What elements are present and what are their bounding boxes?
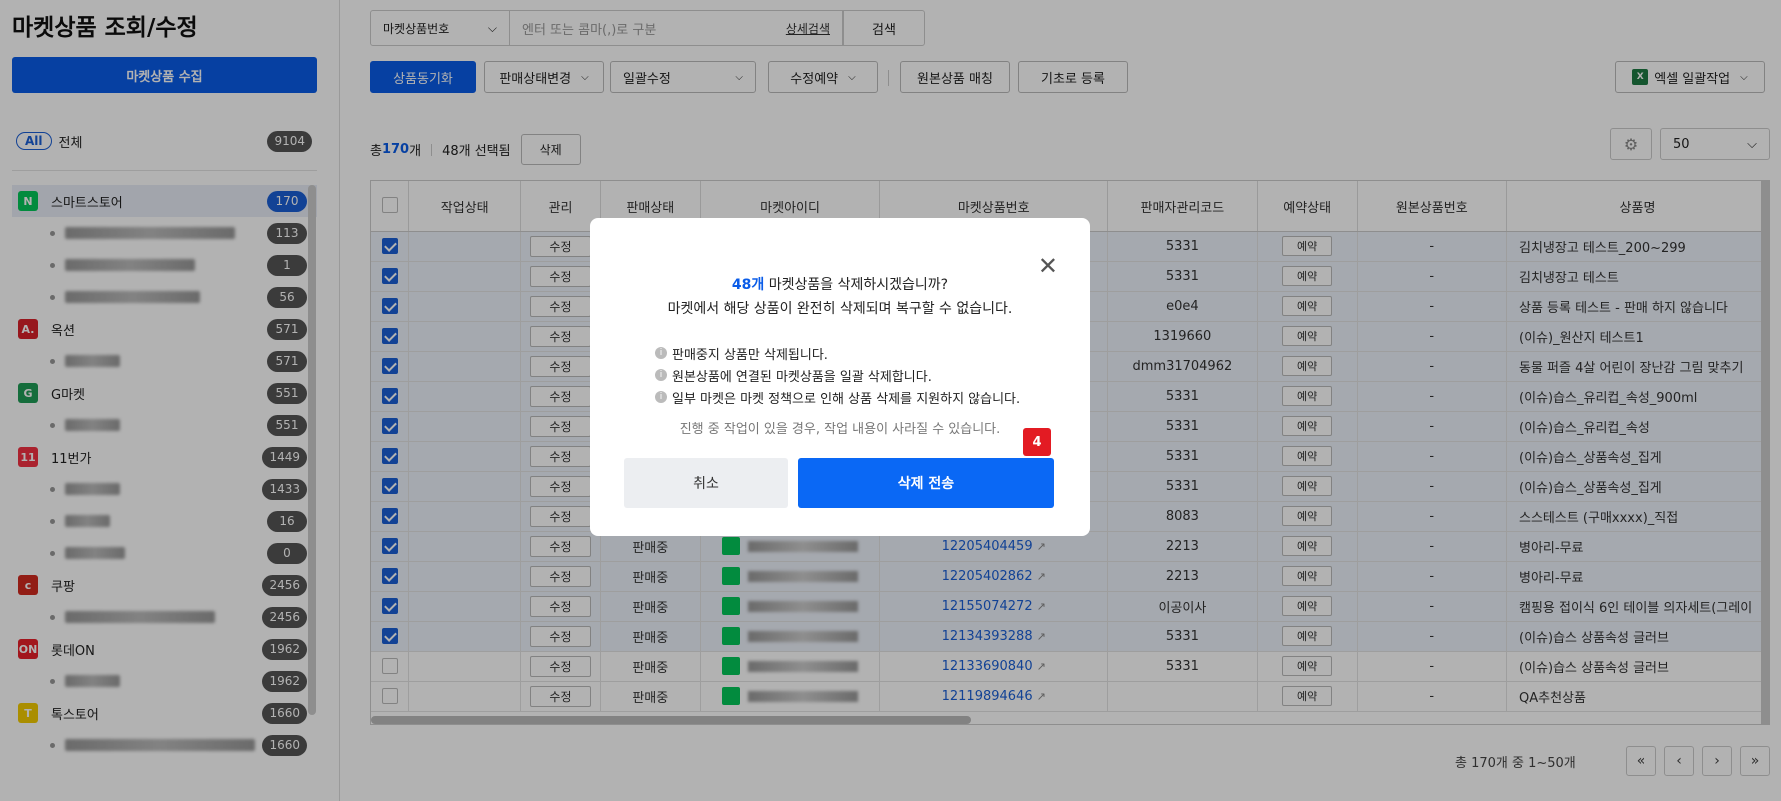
- note-text: 일부 마켓은 마켓 정책으로 인해 상품 삭제를 지원하지 않습니다.: [672, 391, 1021, 407]
- info-icon: i: [655, 347, 667, 359]
- modal-question: 48개 마켓상품을 삭제하시겠습니까?: [590, 274, 1090, 294]
- modal-count: 48개: [731, 277, 765, 293]
- info-icon: i: [655, 391, 667, 403]
- modal-notes: i 판매중지 상품만 삭제됩니다. i 원본상품에 연결된 마켓상품을 일괄 삭제합…: [655, 342, 1020, 408]
- step-badge: 4: [1023, 428, 1051, 456]
- note-text: 판매중지 상품만 삭제됩니다.: [672, 347, 828, 363]
- note-text: 원본상품에 연결된 마켓상품을 일괄 삭제합니다.: [672, 369, 932, 385]
- modal-warning: 진행 중 작업이 있을 경우, 작업 내용이 사라질 수 있습니다.: [679, 422, 1001, 437]
- modal-question-text: 마켓상품을 삭제하시겠습니까?: [764, 277, 949, 293]
- cancel-button[interactable]: 취소: [624, 458, 788, 508]
- confirm-delete-button[interactable]: 삭제 전송: [798, 458, 1054, 508]
- info-icon: i: [655, 369, 667, 381]
- note-item: i 일부 마켓은 마켓 정책으로 인해 상품 삭제를 지원하지 않습니다.: [655, 386, 1020, 408]
- modal-description: 마켓에서 해당 상품이 완전히 삭제되며 복구할 수 없습니다.: [667, 301, 1013, 317]
- note-item: i 원본상품에 연결된 마켓상품을 일괄 삭제합니다.: [655, 364, 1020, 386]
- delete-confirm-modal: ✕ 48개 마켓상품을 삭제하시겠습니까? 마켓에서 해당 상품이 완전히 삭제…: [590, 218, 1090, 536]
- note-item: i 판매중지 상품만 삭제됩니다.: [655, 342, 1020, 364]
